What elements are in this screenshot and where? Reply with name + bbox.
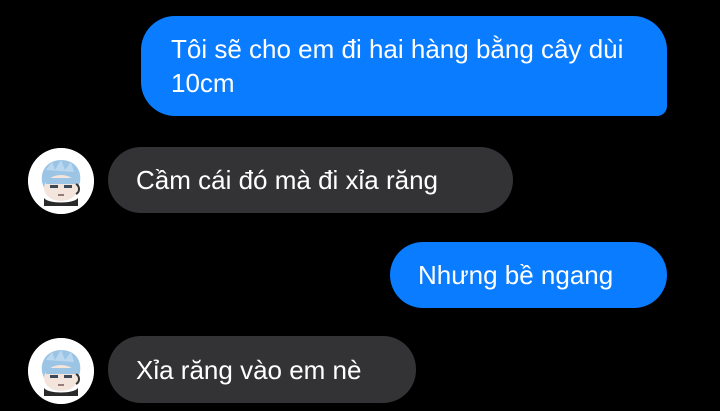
chibi-avatar-icon: [28, 338, 94, 404]
chibi-avatar-icon: [28, 148, 94, 214]
message-text: Tôi sẽ cho em đi hai hàng bằng cây dùi 1…: [171, 34, 624, 98]
message-text: Nhưng bề ngang: [418, 260, 614, 290]
outgoing-message-bubble[interactable]: Nhưng bề ngang: [390, 242, 667, 308]
message-text: Xỉa răng vào em nè: [136, 354, 362, 385]
message-text: Cầm cái đó mà đi xỉa răng: [136, 165, 439, 195]
incoming-message-bubble[interactable]: Cầm cái đó mà đi xỉa răng: [108, 147, 513, 213]
outgoing-message-bubble[interactable]: Tôi sẽ cho em đi hai hàng bằng cây dùi 1…: [141, 16, 667, 116]
sender-avatar[interactable]: [28, 148, 94, 214]
sender-avatar[interactable]: [28, 338, 94, 404]
incoming-message-bubble[interactable]: Xỉa răng vào em nè: [108, 336, 416, 403]
